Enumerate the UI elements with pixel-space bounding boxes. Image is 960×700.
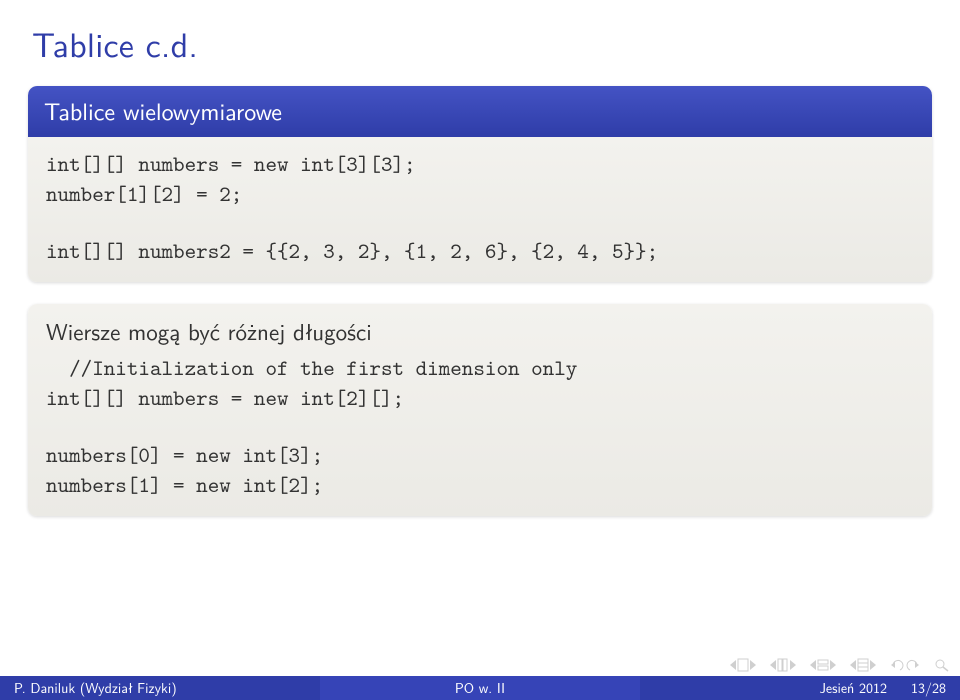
code-line: //Initialization of the first dimension … (46, 353, 914, 383)
block-body: int[][] numbers = new int[3][3]; number[… (28, 137, 932, 282)
footer-date-page: Jesień 2012 13 / 28 (640, 676, 960, 700)
block-multidim-arrays: Tablice wielowymiarowe int[][] numbers =… (28, 86, 932, 282)
footline: P. Daniluk (Wydział Fizyki) PO w. II Jes… (0, 676, 960, 700)
nav-subsection-icon[interactable] (810, 658, 836, 672)
slide-title: Tablice c.d. (32, 18, 932, 68)
footer-author: P. Daniluk (Wydział Fizyki) (0, 676, 320, 700)
footer-page-sep: / (925, 678, 932, 698)
block-title: Tablice wielowymiarowe (28, 86, 932, 137)
slide: Tablice c.d. Tablice wielowymiarowe int[… (0, 0, 960, 700)
footer-page-current: 13 (911, 678, 925, 698)
block-body: Wiersze mogą być różnej długości //Initi… (28, 304, 932, 516)
code-line: numbers[0] = new int[3]; (46, 440, 914, 470)
code-line: numbers[1] = new int[2]; (46, 470, 914, 500)
nav-search-icon[interactable] (934, 658, 950, 672)
nav-section-icon[interactable] (850, 658, 876, 672)
code-line: int[][] numbers2 = {{2, 3, 2}, {1, 2, 6}… (46, 236, 914, 266)
code-line: number[1][2] = 2; (46, 179, 914, 209)
code-blank (46, 412, 914, 440)
block-note: Wiersze mogą być różnej długości (46, 316, 914, 347)
code-line: int[][] numbers = new int[2][]; (46, 383, 914, 413)
footer-title: PO w. II (320, 676, 640, 700)
footer-date: Jesień 2012 (819, 678, 887, 698)
beamer-nav-symbols (730, 658, 950, 672)
nav-frame-icon[interactable] (770, 658, 796, 672)
code-blank (46, 208, 914, 236)
nav-back-forward-icon[interactable] (890, 658, 920, 672)
footer-page-total: 28 (932, 678, 946, 698)
block-row-lengths: Wiersze mogą być różnej długości //Initi… (28, 304, 932, 516)
code-line: int[][] numbers = new int[3][3]; (46, 149, 914, 179)
nav-slide-icon[interactable] (730, 658, 756, 672)
